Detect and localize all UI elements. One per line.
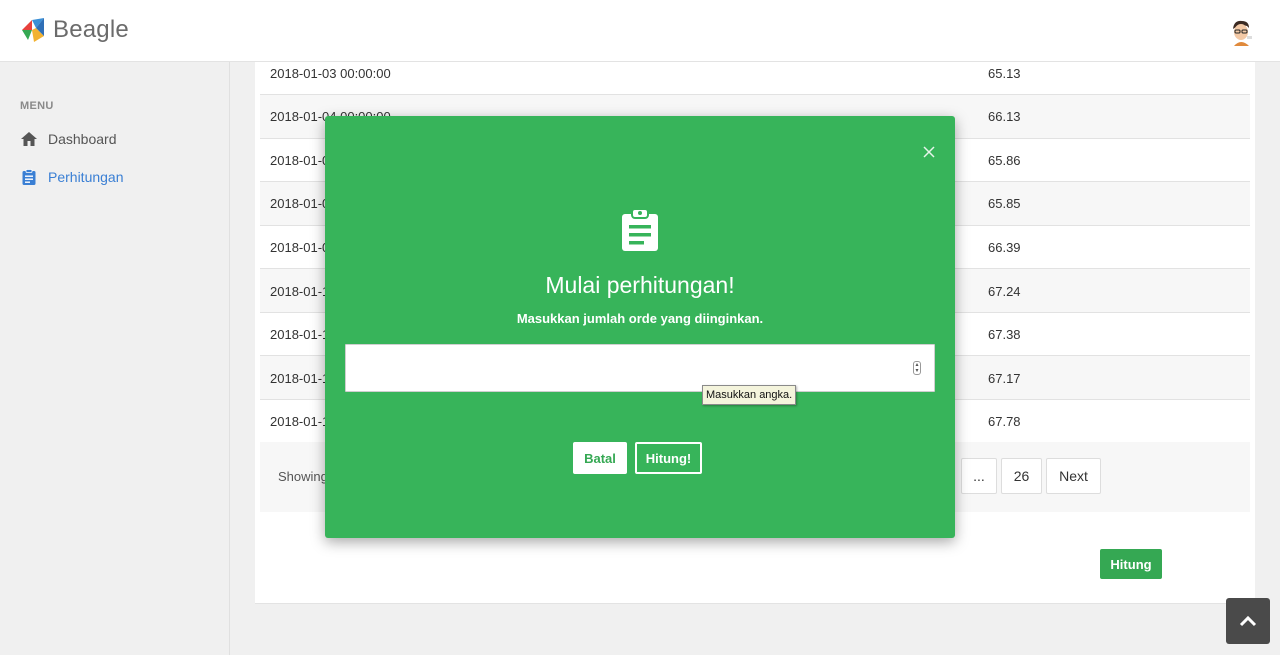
cell-value: 66.13: [988, 109, 1021, 124]
sidebar-item-dashboard[interactable]: Dashboard: [20, 130, 117, 148]
sidebar: MENU Dashboard Perhitungan: [0, 62, 230, 655]
cell-value: 67.17: [988, 371, 1021, 386]
sidebar-item-label: Dashboard: [48, 131, 117, 147]
hitung-button[interactable]: Hitung: [1100, 549, 1162, 579]
close-icon[interactable]: [921, 144, 937, 160]
app-name: Beagle: [53, 16, 129, 43]
sidebar-item-perhitungan[interactable]: Perhitungan: [20, 168, 124, 186]
pagination-page-26[interactable]: 26: [1001, 458, 1042, 494]
cell-date: 2018-01-1: [270, 284, 330, 299]
confirm-hitung-button[interactable]: Hitung!: [635, 442, 702, 474]
cell-value: 66.39: [988, 240, 1021, 255]
cell-value: 65.85: [988, 196, 1021, 211]
avatar-image: [1225, 16, 1257, 48]
pagination-ellipsis[interactable]: ...: [961, 458, 997, 494]
beagle-logo-icon: [22, 18, 44, 42]
number-stepper-icon[interactable]: ▴ ▾: [913, 361, 921, 375]
calculation-modal: Mulai perhitungan! Masukkan jumlah orde …: [325, 116, 955, 538]
cell-value: 65.13: [988, 66, 1021, 81]
cell-date: 2018-01-0: [270, 153, 330, 168]
modal-subtitle: Masukkan jumlah orde yang diinginkan.: [516, 311, 764, 326]
cell-date: 2018-01-03 00:00:00: [270, 66, 391, 81]
cell-value: 65.86: [988, 153, 1021, 168]
validation-tooltip: Masukkan angka.: [702, 385, 797, 405]
cell-date: 2018-01-1: [270, 371, 330, 386]
cell-value: 67.38: [988, 327, 1021, 342]
menu-title: MENU: [20, 100, 54, 112]
table-row: 2018-01-03 00:00:00 65.13: [260, 62, 1250, 95]
cell-date: 2018-01-0: [270, 196, 330, 211]
cancel-button[interactable]: Batal: [573, 442, 627, 474]
cell-date: 2018-01-1: [270, 327, 330, 342]
top-header: Beagle: [0, 0, 1280, 62]
scroll-to-top-button[interactable]: [1226, 598, 1270, 644]
pagination-next-button[interactable]: Next: [1046, 458, 1101, 494]
order-number-input-wrapper: ▴ ▾: [345, 344, 935, 392]
user-avatar[interactable]: [1225, 16, 1257, 48]
clipboard-icon: [622, 208, 658, 251]
cell-date: 2018-01-0: [270, 240, 330, 255]
home-icon: [21, 132, 37, 146]
order-number-input[interactable]: [346, 345, 934, 391]
modal-title: Mulai perhitungan!: [545, 272, 735, 298]
chevron-up-icon: [1239, 615, 1257, 627]
clipboard-icon: [22, 169, 36, 185]
app-logo[interactable]: Beagle: [20, 16, 129, 44]
cell-value: 67.78: [988, 414, 1021, 429]
sidebar-item-label: Perhitungan: [48, 169, 124, 185]
cell-value: 67.24: [988, 284, 1021, 299]
cell-date: 2018-01-1: [270, 414, 330, 429]
showing-entries-text: Showing: [278, 469, 328, 484]
